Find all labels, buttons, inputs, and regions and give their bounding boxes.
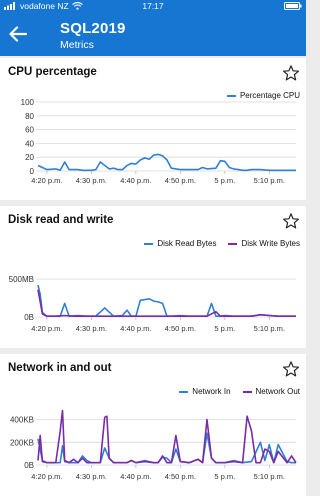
y-tick-label: 0B	[24, 461, 34, 470]
x-tick-label: 4:50 p.m.	[165, 324, 196, 333]
legend-swatch	[242, 390, 252, 393]
cpu-chart: 100 80 60 40 20 04:20 p.m. 4:30 p.m. 4:40 p.m. 4…	[21, 98, 296, 185]
y-tick-label: 400KB	[10, 416, 34, 425]
x-tick-label: 4:20 p.m.	[31, 324, 62, 333]
y-tick-label: 80	[25, 112, 34, 121]
arrow-left-icon	[9, 26, 27, 42]
x-tick-label: 4:50 p.m.	[165, 176, 196, 185]
y-tick-label: 40	[25, 139, 34, 148]
status-time: 17:17	[142, 1, 164, 11]
legend-swatch	[228, 242, 238, 245]
legend-item: Percentage CPU	[226, 91, 300, 100]
legend-label: Network In	[192, 387, 231, 396]
star-outline-icon[interactable]	[282, 360, 300, 378]
series-line-disk-write-bytes	[37, 289, 296, 317]
series-line-network-in	[37, 432, 296, 464]
x-tick-label: 5 p.m.	[214, 472, 235, 481]
disk-card[interactable]: 500MB 0B 4:20 p.m. 4:30 p.m. 4:40 p.m. 4:50 p…	[0, 206, 306, 348]
x-tick-label: 4:30 p.m.	[76, 176, 107, 185]
x-tick-label: 4:30 p.m.	[76, 324, 107, 333]
star-outline-icon[interactable]	[282, 64, 300, 82]
status-bar: vodafone NZ 17:17	[0, 0, 306, 13]
y-tick-label: 20	[25, 153, 34, 162]
x-tick-label: 4:40 p.m.	[120, 472, 151, 481]
y-tick-label: 0B	[24, 313, 34, 322]
network-chart: 400KB 200KB 0B 4:20 p.m. 4:30 p.m. 4:40 p.m. 4…	[10, 409, 297, 481]
legend-label: Disk Write Bytes	[241, 239, 300, 248]
legend-label: Disk Read Bytes	[157, 239, 217, 248]
page-title: SQL2019	[60, 20, 126, 37]
network-card[interactable]: 400KB 200KB 0B 4:20 p.m. 4:30 p.m. 4:40 p.m. 4…	[0, 354, 306, 496]
y-tick-label: 100	[21, 98, 35, 107]
page-subtitle: Metrics	[60, 39, 94, 51]
battery-icon	[284, 2, 302, 12]
legend-label: Percentage CPU	[239, 91, 300, 100]
card-title: CPU percentage	[8, 66, 97, 78]
x-tick-label: 4:40 p.m.	[120, 324, 151, 333]
card-title: Network in and out	[8, 362, 112, 374]
app-bar: SQL2019 Metrics	[0, 13, 306, 56]
legend: Disk Read Bytes Disk Write Bytes	[144, 239, 300, 248]
x-tick-label: 5:10 p.m.	[254, 324, 285, 333]
legend: Percentage CPU	[226, 91, 300, 100]
star-outline-icon[interactable]	[282, 212, 300, 230]
legend-swatch	[226, 94, 236, 97]
legend: Network In Network Out	[179, 387, 300, 396]
legend-swatch	[144, 242, 154, 245]
y-tick-label: 200KB	[10, 438, 34, 447]
legend-item: Disk Read Bytes	[144, 239, 216, 248]
x-tick-label: 5:10 p.m.	[254, 472, 285, 481]
series-line-percentage-cpu	[37, 153, 296, 172]
y-tick-label: 500MB	[9, 275, 34, 284]
legend-swatch	[179, 390, 189, 393]
legend-label: Network Out	[255, 387, 300, 396]
series-line-disk-read-bytes	[37, 285, 296, 317]
y-tick-label: 0	[30, 167, 35, 176]
cpu-card[interactable]: 100 80 60 40 20 0 4:20 p.m. 4:30 p.m. 4:40 p.m. 4…	[0, 58, 306, 200]
card-title: Disk read and write	[8, 214, 114, 226]
legend-item: Network Out	[242, 387, 300, 396]
disk-chart: 500MB 0B 4:20 p.m. 4:30 p.m. 4:40 p.m. 4:50 p…	[9, 275, 296, 333]
legend-item: Network In	[179, 387, 231, 396]
x-tick-label: 4:30 p.m.	[76, 472, 107, 481]
x-tick-label: 5:10 p.m.	[254, 176, 285, 185]
x-tick-label: 5 p.m.	[214, 176, 235, 185]
x-tick-label: 4:20 p.m.	[31, 176, 62, 185]
x-tick-label: 4:40 p.m.	[120, 176, 151, 185]
x-tick-label: 4:50 p.m.	[165, 472, 196, 481]
back-button[interactable]	[6, 22, 30, 46]
x-tick-label: 5 p.m.	[214, 324, 235, 333]
x-tick-label: 4:20 p.m.	[31, 472, 62, 481]
y-tick-label: 60	[25, 126, 34, 135]
series-line-network-out	[37, 409, 297, 464]
legend-item: Disk Write Bytes	[228, 239, 300, 248]
